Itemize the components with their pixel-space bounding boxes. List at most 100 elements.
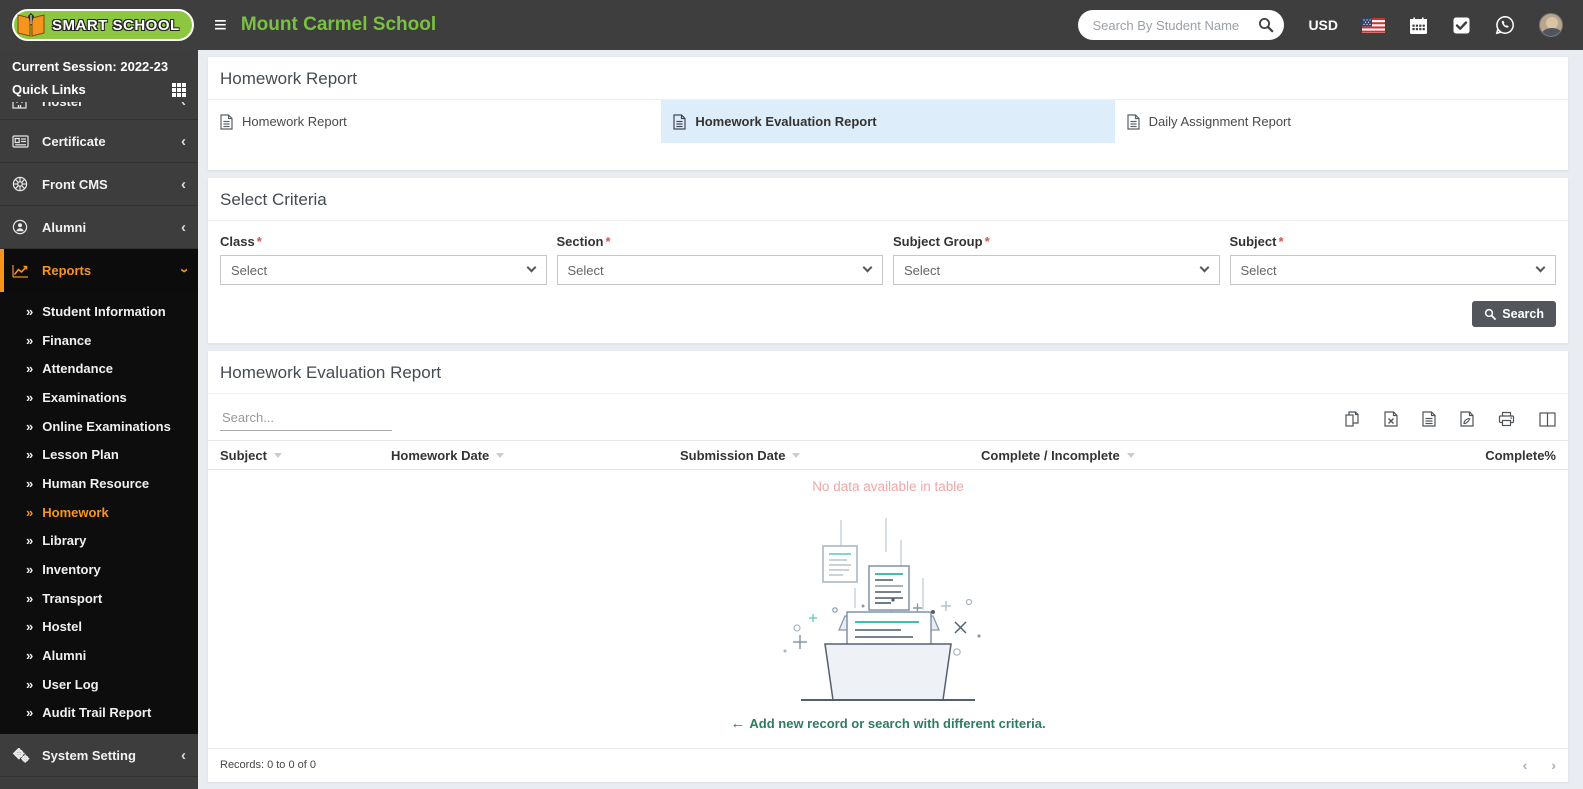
column-complete-percent[interactable]: Complete% [1311, 448, 1556, 463]
sidebar-item-label: Reports [42, 263, 92, 278]
column-homework-date[interactable]: Homework Date [391, 448, 680, 463]
submenu-item-alumni[interactable]: » Alumni [0, 641, 198, 670]
criteria-title: Select Criteria [208, 178, 1568, 221]
gears-icon [12, 747, 32, 763]
double-arrow-icon: » [26, 303, 34, 319]
grid-icon[interactable] [172, 82, 186, 97]
search-icon [1484, 308, 1497, 320]
sort-icon[interactable] [1126, 452, 1135, 458]
empty-state-illustration [208, 498, 1568, 705]
sidebar-item-certificate[interactable]: Certificate ‹ [0, 120, 198, 163]
copy-icon[interactable] [1344, 411, 1360, 427]
double-arrow-icon: » [26, 562, 34, 578]
sidebar-item-label: System Setting [42, 747, 136, 763]
submenu-item-library[interactable]: » Library [0, 527, 198, 556]
chevron-down-icon: ‹ [175, 268, 192, 273]
us-flag-icon[interactable] [1362, 17, 1385, 33]
menu-toggle-icon[interactable]: ≡ [214, 14, 227, 36]
reports-submenu: » Student Information » Finance » Attendanc… [0, 292, 198, 735]
sidebar-item-system-setting[interactable]: System Setting ‹ [0, 734, 198, 778]
sidebar-item-alumni[interactable]: Alumni ‹ [0, 206, 198, 249]
search-button[interactable]: Search [1472, 301, 1556, 327]
double-arrow-icon: » [26, 418, 34, 434]
submenu-label: Human Resource [42, 475, 150, 491]
columns-icon[interactable] [1539, 411, 1556, 427]
quick-links[interactable]: Quick Links [0, 75, 198, 102]
criteria-form: Class * Select Section * Select Subject Gr… [208, 221, 1568, 285]
task-check-icon[interactable] [1452, 16, 1471, 35]
graduate-icon [12, 219, 32, 235]
pdf-icon[interactable] [1460, 411, 1474, 427]
tab-label: Daily Assignment Report [1148, 114, 1291, 129]
double-arrow-icon: » [26, 533, 34, 549]
csv-icon[interactable] [1422, 411, 1436, 427]
sidebar-item-reports[interactable]: Reports ‹ [0, 249, 198, 292]
submenu-item-homework[interactable]: » Homework [0, 498, 198, 527]
subject-select[interactable]: Select [1229, 255, 1556, 285]
sort-icon[interactable] [496, 452, 505, 458]
search-button-label: Search [1502, 307, 1544, 321]
submenu-item-inventory[interactable]: » Inventory [0, 555, 198, 584]
column-complete-incomplete[interactable]: Complete / Incomplete [981, 448, 1311, 463]
tab-label: Homework Evaluation Report [695, 114, 877, 129]
submenu-item-audit-trail-report[interactable]: » Audit Trail Report [0, 699, 198, 728]
submenu-label: Student Information [42, 303, 166, 319]
chevron-left-icon: ‹ [181, 102, 186, 110]
brand-logo[interactable]: SMART SCHOOL [0, 9, 198, 41]
student-search-input[interactable] [1092, 17, 1259, 33]
file-icon [220, 113, 233, 130]
whatsapp-icon[interactable] [1495, 15, 1515, 35]
submenu-item-user-log[interactable]: » User Log [0, 670, 198, 699]
submenu-label: Inventory [42, 562, 101, 578]
student-search[interactable] [1078, 10, 1285, 40]
column-submission-date[interactable]: Submission Date [680, 448, 981, 463]
subject-group-field: Subject Group * Select [893, 234, 1220, 285]
header-actions: USD [1078, 10, 1583, 40]
sidebar-item-hostel-partial[interactable]: Hostel ‹ [0, 102, 198, 120]
main-content: Homework Report Homework Report Homework… [198, 0, 1583, 789]
tab-daily-assignment-report[interactable]: Daily Assignment Report [1115, 100, 1568, 143]
subject-group-select[interactable]: Select [893, 255, 1220, 285]
calendar-icon[interactable] [1409, 16, 1428, 35]
next-page-icon[interactable]: › [1551, 757, 1556, 773]
print-icon[interactable] [1498, 411, 1515, 427]
double-arrow-icon: » [26, 648, 34, 664]
submenu-item-transport[interactable]: » Transport [0, 584, 198, 613]
building-icon [12, 102, 32, 109]
submenu-item-examinations[interactable]: » Examinations [0, 383, 198, 412]
sidebar-item-front-cms[interactable]: Front CMS ‹ [0, 163, 198, 206]
submenu-label: Online Examinations [42, 418, 171, 434]
double-arrow-icon: » [26, 361, 34, 377]
column-subject[interactable]: Subject [220, 448, 391, 463]
submenu-item-lesson-plan[interactable]: » Lesson Plan [0, 440, 198, 469]
search-icon[interactable] [1258, 17, 1274, 33]
brand-text: SMART SCHOOL [52, 16, 180, 34]
submenu-label: Homework [42, 504, 109, 520]
submenu-item-online-examinations[interactable]: » Online Examinations [0, 412, 198, 441]
globe-icon [12, 176, 32, 192]
hint-text: Add new record or search with different … [749, 716, 1046, 731]
submenu-item-hostel[interactable]: » Hostel [0, 613, 198, 642]
tab-homework-evaluation-report[interactable]: Homework Evaluation Report [661, 100, 1115, 143]
submenu-item-human-resource[interactable]: » Human Resource [0, 469, 198, 498]
sort-icon[interactable] [273, 452, 282, 458]
currency-label[interactable]: USD [1308, 17, 1338, 33]
required-mark: * [256, 234, 262, 249]
submenu-item-student-information[interactable]: » Student Information [0, 297, 198, 326]
prev-page-icon[interactable]: ‹ [1523, 757, 1528, 773]
sidebar-item-label: Alumni [42, 219, 87, 235]
submenu-item-attendance[interactable]: » Attendance [0, 354, 198, 383]
submenu-label: Hostel [42, 619, 82, 635]
book-pen-icon [17, 13, 45, 37]
tab-homework-report[interactable]: Homework Report [208, 100, 661, 143]
excel-icon[interactable] [1384, 411, 1398, 427]
submenu-item-finance[interactable]: » Finance [0, 326, 198, 355]
sort-icon[interactable] [792, 452, 801, 458]
export-buttons [1344, 407, 1556, 427]
user-avatar[interactable] [1539, 13, 1563, 37]
section-select[interactable]: Select [556, 255, 883, 285]
double-arrow-icon: » [26, 504, 34, 520]
sidebar-item-label: Front CMS [42, 176, 108, 192]
class-select[interactable]: Select [220, 255, 547, 285]
table-search-input[interactable] [220, 407, 392, 431]
